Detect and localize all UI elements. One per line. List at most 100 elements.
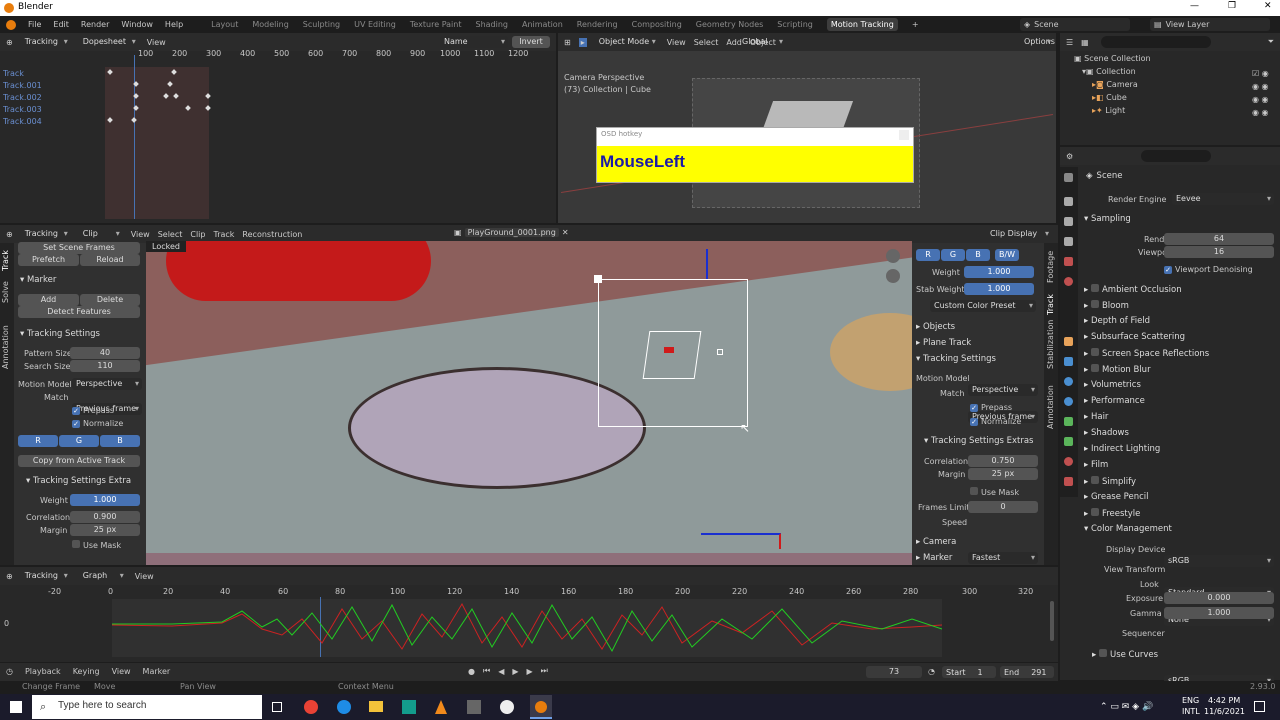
- filter-icon[interactable]: ⏷: [1268, 37, 1274, 47]
- section-hair[interactable]: ▸ Hair: [1084, 412, 1108, 422]
- search-size-field[interactable]: 110: [70, 360, 140, 372]
- tab-geometry-nodes[interactable]: Geometry Nodes: [696, 20, 763, 29]
- correlation-field[interactable]: 0.750: [968, 455, 1038, 467]
- orientation-dropdown[interactable]: Global: [738, 36, 786, 48]
- outliner-item-cube[interactable]: ▸◧ Cube: [1092, 93, 1127, 102]
- add-marker-button[interactable]: Add: [18, 294, 79, 306]
- section-subsurface-scattering[interactable]: ▸ Subsurface Scattering: [1084, 332, 1185, 342]
- clock-date[interactable]: 11/6/2021: [1204, 707, 1245, 716]
- tracking-settings-extra-header[interactable]: ▾ Tracking Settings Extra: [26, 476, 131, 486]
- clock-time[interactable]: 4:42 PM: [1208, 696, 1240, 705]
- output-tab-icon[interactable]: [1064, 217, 1073, 226]
- playback-menu[interactable]: Playback: [25, 667, 61, 676]
- visibility-eye-icons[interactable]: ☑ ◉ ◉ ◉ ◉ ◉ ◉ ◉: [1252, 67, 1269, 119]
- blender-menu-icon[interactable]: [6, 19, 16, 30]
- tab-uv-editing[interactable]: UV Editing: [354, 20, 396, 29]
- editor-type-icon[interactable]: ⚙: [1066, 152, 1073, 161]
- checkbox-icon[interactable]: [1098, 649, 1107, 657]
- app-tool-icon[interactable]: [467, 700, 481, 714]
- record-icon[interactable]: ●: [468, 667, 475, 676]
- camera-panel[interactable]: ▸ Camera: [916, 537, 956, 547]
- clip-mode[interactable]: Tracking: [21, 228, 71, 240]
- delete-marker-button[interactable]: Delete: [80, 294, 140, 306]
- render-samples-field[interactable]: 64: [1164, 233, 1274, 245]
- frames-limit-field[interactable]: 0: [968, 501, 1038, 513]
- viewport-3d[interactable]: ⊞ ▸ Object Mode View Select Add Object G…: [558, 33, 1056, 223]
- channel-b-toggle[interactable]: B: [100, 435, 140, 447]
- checkbox-icon[interactable]: [1090, 476, 1099, 484]
- clip-menu-reconstruction[interactable]: Reconstruction: [242, 230, 302, 239]
- tab-animation[interactable]: Animation: [522, 20, 563, 29]
- taskbar-search-box[interactable]: ⌕ Type here to search: [32, 695, 262, 719]
- stab-weight-field[interactable]: 1.000: [964, 283, 1034, 295]
- language-indicator[interactable]: ENG: [1182, 696, 1199, 705]
- tab-motion-tracking[interactable]: Motion Tracking: [826, 18, 898, 31]
- scene-collection-row[interactable]: ▣ Scene Collection: [1074, 54, 1151, 63]
- clip-file-selector[interactable]: ▣ PlayGround_0001.png ✕: [454, 228, 569, 237]
- close-button[interactable]: ✕: [1264, 1, 1272, 11]
- checkbox-icon[interactable]: [1090, 508, 1099, 516]
- play-icon[interactable]: ▶: [512, 667, 518, 676]
- weight-field[interactable]: 1.000: [964, 266, 1034, 278]
- file-explorer-icon[interactable]: [369, 701, 383, 712]
- tab-modeling[interactable]: Modeling: [252, 20, 288, 29]
- section-grease-pencil[interactable]: ▸ Grease Pencil: [1084, 492, 1149, 502]
- texture-tab-icon[interactable]: [1064, 477, 1073, 486]
- speed-dropdown[interactable]: Fastest: [968, 552, 1038, 564]
- display-device-dropdown[interactable]: sRGB: [1164, 555, 1274, 567]
- graph-type[interactable]: Graph: [79, 570, 127, 582]
- checkbox-icon[interactable]: [1090, 284, 1099, 292]
- use-curves-panel[interactable]: ▸ Use Curves: [1092, 649, 1158, 660]
- section-ssr[interactable]: ▸ Screen Space Reflections: [1084, 348, 1209, 359]
- normalize-checkbox[interactable]: ✓ Normalize: [72, 419, 123, 428]
- tab-footage[interactable]: Footage: [1046, 251, 1055, 283]
- dopesheet-view-menu[interactable]: View: [147, 38, 166, 47]
- github-icon[interactable]: [500, 700, 514, 714]
- prefetch-button[interactable]: Prefetch: [18, 254, 79, 266]
- checkbox-icon[interactable]: [1090, 300, 1099, 308]
- data-tab-icon[interactable]: [1064, 437, 1073, 446]
- tab-track[interactable]: Track: [1, 250, 10, 271]
- viewport-samples-field[interactable]: 16: [1164, 246, 1274, 258]
- outliner-item-light[interactable]: ▸✦ Light: [1092, 106, 1125, 115]
- motion-model-dropdown[interactable]: Perspective: [72, 378, 142, 390]
- search-area-handle[interactable]: [594, 275, 602, 283]
- prepass-checkbox[interactable]: ✓ Prepass: [970, 403, 1012, 412]
- editor-type-icon[interactable]: ☰: [1066, 38, 1073, 47]
- channel-b-toggle[interactable]: B: [966, 249, 990, 261]
- curve-y-green[interactable]: [112, 603, 942, 653]
- weight-field[interactable]: 1.000: [70, 494, 140, 506]
- modifier-tab-icon[interactable]: [1064, 357, 1073, 366]
- editor-type-icon[interactable]: ⊕: [6, 38, 13, 47]
- clip-footage-view[interactable]: Locked ↖: [146, 241, 912, 565]
- detect-features-button[interactable]: Detect Features: [18, 306, 140, 318]
- channel-g-toggle[interactable]: G: [59, 435, 99, 447]
- section-freestyle[interactable]: ▸ Freestyle: [1084, 508, 1140, 519]
- motion-model-dropdown[interactable]: Perspective: [968, 384, 1038, 396]
- object-mode-dropdown[interactable]: Object Mode: [595, 36, 659, 48]
- editor-type-icon[interactable]: ⊞: [564, 38, 571, 47]
- vlc-icon[interactable]: [435, 700, 447, 714]
- objects-panel[interactable]: ▸ Objects: [916, 322, 955, 332]
- section-simplify[interactable]: ▸ Simplify: [1084, 476, 1136, 487]
- tab-shading[interactable]: Shading: [475, 20, 508, 29]
- marker-menu[interactable]: Marker: [143, 667, 171, 676]
- channel-r-toggle[interactable]: R: [916, 249, 940, 261]
- viewport-menu-select[interactable]: Select: [694, 38, 719, 47]
- menu-edit[interactable]: Edit: [53, 20, 69, 29]
- minimize-button[interactable]: —: [1190, 1, 1199, 11]
- clock-icon[interactable]: ◔: [928, 667, 935, 676]
- render-engine-dropdown[interactable]: Eevee: [1172, 193, 1274, 205]
- region-indicator[interactable]: INTL: [1182, 707, 1200, 716]
- pattern-size-field[interactable]: 40: [70, 347, 140, 359]
- start-frame-field[interactable]: Start 1: [942, 666, 996, 678]
- outliner-item-collection[interactable]: ▾▣ Collection: [1082, 67, 1136, 76]
- copy-from-active-track-button[interactable]: Copy from Active Track: [18, 455, 140, 467]
- section-motion-blur[interactable]: ▸ Motion Blur: [1084, 364, 1151, 375]
- prepass-checkbox[interactable]: ✓ Prepass: [72, 406, 114, 415]
- dopesheet-type[interactable]: Dopesheet: [79, 36, 139, 48]
- notification-icon[interactable]: [1254, 701, 1265, 712]
- maximize-button[interactable]: ❐: [1228, 1, 1236, 11]
- margin-field[interactable]: 25 px: [968, 468, 1038, 480]
- clip-menu-clip[interactable]: Clip: [190, 230, 205, 239]
